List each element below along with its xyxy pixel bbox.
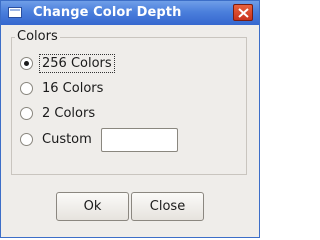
radio-256-colors[interactable]: 256 Colors [20, 53, 115, 73]
radio-button[interactable] [20, 81, 33, 95]
radio-16-colors[interactable]: 16 Colors [20, 78, 105, 98]
radio-label: 256 Colors [39, 53, 115, 73]
title-bar[interactable]: Change Color Depth [1, 1, 259, 25]
window-icon [8, 7, 22, 18]
close-icon [238, 8, 249, 18]
radio-button[interactable] [20, 106, 33, 120]
radio-label: Custom [42, 131, 92, 147]
close-window-button[interactable] [233, 4, 253, 21]
radio-custom[interactable]: Custom [20, 129, 94, 149]
radio-2-colors[interactable]: 2 Colors [20, 103, 97, 123]
radio-label: 2 Colors [42, 105, 96, 121]
ok-button[interactable]: Ok [56, 192, 129, 221]
radio-button[interactable] [20, 132, 33, 146]
radio-button[interactable] [20, 56, 33, 70]
custom-colors-input[interactable] [101, 128, 178, 152]
window-title: Change Color Depth [33, 5, 182, 20]
radio-label: 16 Colors [42, 80, 104, 96]
colors-group-label: Colors [15, 29, 60, 44]
close-button[interactable]: Close [131, 192, 204, 221]
